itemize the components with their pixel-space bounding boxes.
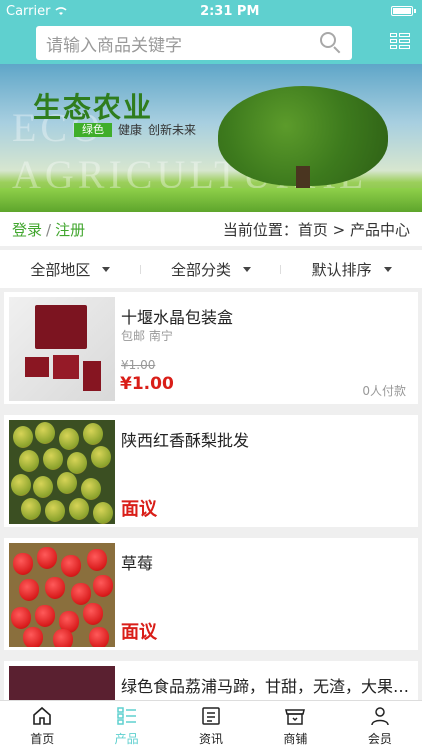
product-sales: 0人付款 — [362, 384, 406, 398]
status-time: 2:31 PM — [200, 3, 260, 19]
filter-sort-label: 默认排序 — [311, 260, 372, 279]
login-register: 登录 / 注册 — [12, 219, 85, 240]
store-icon — [285, 708, 306, 725]
banner-slogan-1: 健康 — [118, 123, 143, 137]
filter-category-label: 全部分类 — [171, 260, 232, 279]
product-card[interactable]: 陕西红香酥梨批发 面议 — [4, 415, 418, 527]
product-list: 十堰水晶包装盒 包邮 南宁 ¥1.00 ¥1.00 0人付款 陕西红香酥梨批发 … — [4, 292, 418, 750]
filter-bar: 全部地区 全部分类 默认排序 — [0, 250, 422, 288]
product-card[interactable]: 草莓 面议 — [4, 538, 418, 650]
product-old-price: ¥1.00 — [121, 358, 156, 372]
banner-tag: 绿色 — [74, 122, 112, 137]
product-image-gift-box — [9, 297, 115, 401]
product-price: ¥1.00 — [120, 374, 174, 394]
chevron-down-icon — [102, 266, 111, 272]
tab-member[interactable]: 会员 — [338, 701, 422, 750]
battery-icon — [390, 6, 416, 16]
chevron-down-icon — [383, 266, 392, 272]
login-link[interactable]: 登录 — [12, 221, 42, 239]
search-placeholder: 请输入商品关键字 — [46, 35, 182, 56]
news-icon — [202, 706, 220, 725]
product-card[interactable]: 十堰水晶包装盒 包邮 南宁 ¥1.00 ¥1.00 0人付款 — [4, 292, 418, 404]
tab-home-label: 首页 — [30, 731, 55, 746]
tab-member-label: 会员 — [367, 731, 392, 746]
tab-products-label: 产品 — [114, 731, 139, 746]
carrier-label: Carrier — [6, 3, 51, 19]
tab-stores[interactable]: 商铺 — [253, 701, 337, 750]
category-menu-icon[interactable] — [390, 33, 410, 53]
product-name: 草莓 — [121, 554, 154, 573]
filter-region[interactable]: 全部地区 — [0, 259, 141, 280]
search-icon[interactable] — [320, 32, 342, 54]
product-image-pears — [9, 420, 115, 524]
search-input[interactable]: 请输入商品关键字 — [36, 26, 352, 60]
product-price-negotiable: 面议 — [121, 622, 157, 643]
grass-field — [0, 188, 422, 212]
filter-sort[interactable]: 默认排序 — [281, 259, 422, 280]
tab-stores-label: 商铺 — [283, 731, 308, 746]
chevron-down-icon — [243, 266, 252, 272]
status-bar: Carrier 2:31 PM — [0, 0, 422, 22]
list-icon — [116, 706, 136, 725]
product-name: 十堰水晶包装盒 — [121, 308, 234, 327]
register-link[interactable]: 注册 — [55, 221, 85, 239]
tab-news-label: 资讯 — [199, 731, 224, 746]
tree-image — [218, 86, 388, 202]
tab-products[interactable]: 产品 — [84, 701, 168, 750]
home-icon — [33, 706, 52, 725]
filter-category[interactable]: 全部分类 — [141, 259, 282, 280]
product-name: 陕西红香酥梨批发 — [121, 431, 250, 450]
location-row: 登录 / 注册 当前位置：首页 > 产品中心 — [0, 212, 422, 246]
product-price-negotiable: 面议 — [121, 499, 157, 520]
product-meta: 包邮 南宁 — [121, 329, 173, 343]
banner-title: 生态农业 — [33, 91, 154, 124]
header-bar: Carrier 2:31 PM 请输入商品关键字 — [0, 0, 422, 64]
breadcrumb: 当前位置：首页 > 产品中心 — [222, 220, 410, 239]
login-separator: / — [46, 220, 52, 239]
banner-slogan-2: 创新未来 — [148, 123, 197, 137]
tab-news[interactable]: 资讯 — [169, 701, 253, 750]
product-name: 绿色食品荔浦马蹄，甘甜，无渣，大果，... — [121, 677, 413, 696]
banner[interactable]: ECO AGRICULTURAL 生态农业 绿色 健康 创新未来 — [0, 64, 422, 212]
bottom-tab-bar: 首页 产品 资讯 商铺 会员 — [0, 700, 422, 750]
filter-region-label: 全部地区 — [30, 260, 91, 279]
tab-home[interactable]: 首页 — [0, 701, 84, 750]
wifi-icon — [55, 7, 68, 15]
product-image-strawberries — [9, 543, 115, 647]
banner-subline: 绿色 健康 创新未来 — [74, 121, 196, 138]
user-icon — [371, 706, 389, 725]
